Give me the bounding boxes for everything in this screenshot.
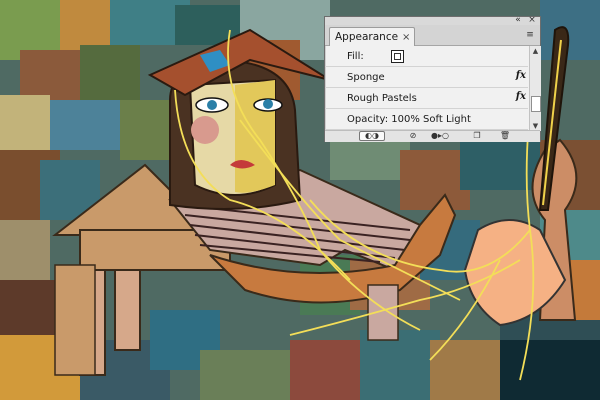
tab-label: Appearance [335,31,399,43]
effect-label[interactable]: Rough Pastels [347,93,417,104]
new-art-maintains-appearance-button[interactable]: ◐◑ [359,131,385,141]
tab-bar: Appearance × ≡ [325,25,540,46]
panel-menu-icon[interactable]: ≡ [524,30,536,40]
duplicate-item-button[interactable]: ❐ [471,131,483,141]
fill-swatch-icon[interactable] [391,50,404,63]
panel-footer: ◐◑ ⊘ ●▸○ ❐ 🗑 [325,130,540,142]
opacity-label[interactable]: Opacity: 100% Soft Light [347,114,471,125]
appearance-panel: « × Appearance × ≡ Fill: Sponge fx Rough… [324,16,541,142]
clear-appearance-button[interactable]: ⊘ [407,131,419,141]
scroll-up-icon[interactable]: ▲ [530,46,541,56]
effect-row-rough-pastels[interactable]: Rough Pastels fx [325,88,528,109]
effect-row-sponge[interactable]: Sponge fx [325,67,528,88]
effect-label[interactable]: Sponge [347,72,385,83]
tab-close-icon[interactable]: × [402,32,410,43]
fill-row[interactable]: Fill: [325,46,528,67]
scrollbar[interactable]: ▲ ▼ [529,46,541,131]
reduce-to-basic-appearance-button[interactable]: ●▸○ [429,131,451,141]
tab-appearance[interactable]: Appearance × [329,27,416,46]
fx-icon[interactable]: fx [516,91,526,102]
fx-icon[interactable]: fx [516,70,526,81]
opacity-row[interactable]: Opacity: 100% Soft Light [325,109,528,130]
collapse-icon[interactable]: « [513,16,523,25]
delete-item-button[interactable]: 🗑 [499,131,511,141]
appearance-list: Fill: Sponge fx Rough Pastels fx Opacity… [325,46,528,130]
close-icon[interactable]: × [527,16,537,25]
scroll-thumb[interactable] [531,96,541,112]
fill-label: Fill: [347,50,364,62]
